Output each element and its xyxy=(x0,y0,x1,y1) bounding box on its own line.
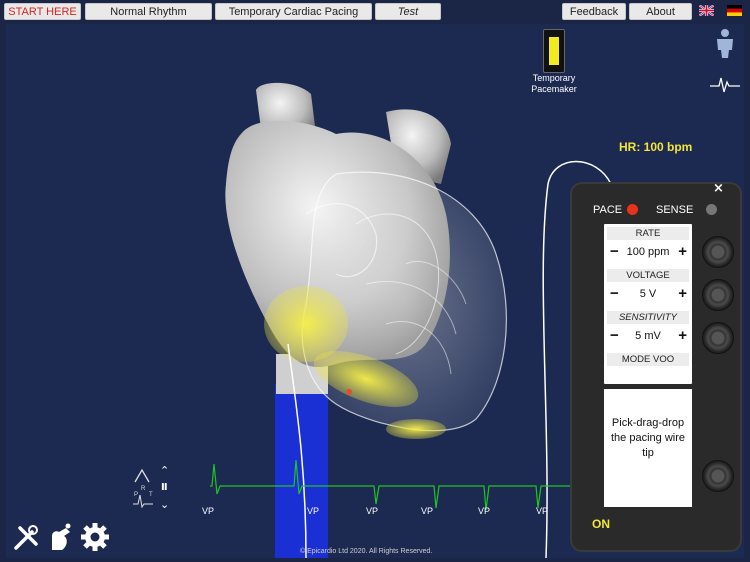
power-on-label: ON xyxy=(592,517,610,531)
ecg-up-chevron-icon[interactable]: ⌃ xyxy=(160,464,169,477)
rate-label: RATE xyxy=(607,227,689,240)
pacemaker-toggle-indicator xyxy=(549,37,559,65)
start-here-button[interactable]: START HERE xyxy=(4,3,81,20)
ecg-pause-icon[interactable]: Ⅱ xyxy=(161,482,168,493)
ecg-amplitude-icon[interactable] xyxy=(133,468,151,484)
german-flag-icon[interactable] xyxy=(727,5,742,16)
on-off-knob[interactable] xyxy=(702,460,734,492)
copyright-text: © Epicardio Ltd 2020. All Rights Reserve… xyxy=(300,548,433,555)
pacemaker-toggle[interactable] xyxy=(543,29,565,73)
top-bar: START HERE Normal Rhythm Temporary Cardi… xyxy=(0,0,750,24)
test-button[interactable]: Test xyxy=(375,3,441,20)
rate-knob[interactable] xyxy=(702,236,734,268)
rate-plus-button[interactable]: + xyxy=(678,244,687,260)
hand-heart-icon[interactable] xyxy=(46,522,74,552)
instruction-box: Pick-drag-drop the pacing wire tip xyxy=(604,389,692,507)
ecg-monitor-icon[interactable] xyxy=(710,74,740,94)
english-flag-icon[interactable] xyxy=(699,5,714,16)
sensitivity-row: − 5 mV + xyxy=(604,328,692,344)
vp-mark-6: VP xyxy=(536,506,549,516)
sensitivity-plus-button[interactable]: + xyxy=(678,328,687,344)
voltage-minus-button[interactable]: − xyxy=(610,286,619,302)
settings-gear-icon[interactable] xyxy=(80,522,110,552)
vp-mark-5: VP xyxy=(478,506,491,516)
voltage-value: 5 V xyxy=(639,288,657,300)
rate-minus-button[interactable]: − xyxy=(610,244,619,260)
about-button[interactable]: About xyxy=(629,3,692,20)
rate-value: 100 ppm xyxy=(626,246,670,258)
voltage-row: − 5 V + xyxy=(604,286,692,302)
ecg-lead-letter-r: R xyxy=(141,486,146,492)
pace-led xyxy=(627,204,638,215)
device-close-icon[interactable]: × xyxy=(713,181,724,196)
ecg-trace xyxy=(210,459,570,511)
sense-led xyxy=(706,204,717,215)
vp-mark-4: VP xyxy=(421,506,434,516)
pace-label: PACE xyxy=(593,204,623,216)
vp-mark-3: VP xyxy=(366,506,379,516)
voltage-knob[interactable] xyxy=(702,279,734,311)
device-settings-panel: RATE − 100 ppm + VOLTAGE − 5 V + SENSITI… xyxy=(604,224,692,384)
ecg-lead-letter-t: T xyxy=(149,492,153,498)
pacemaker-toggle-label: Temporary Pacemaker xyxy=(531,73,577,94)
feedback-button[interactable]: Feedback xyxy=(562,3,626,20)
ecg-lead-letter-p: P xyxy=(134,492,139,498)
voltage-label: VOLTAGE xyxy=(607,269,689,282)
sensitivity-knob[interactable] xyxy=(702,322,734,354)
voltage-plus-button[interactable]: + xyxy=(678,286,687,302)
sensitivity-value: 5 mV xyxy=(635,330,661,342)
patient-body-icon[interactable] xyxy=(712,28,738,58)
temporary-pacing-button[interactable]: Temporary Cardiac Pacing xyxy=(215,3,372,20)
ecg-down-chevron-icon[interactable]: ⌄ xyxy=(160,498,169,511)
tools-icon[interactable] xyxy=(12,524,40,552)
normal-rhythm-button[interactable]: Normal Rhythm xyxy=(85,3,212,20)
vp-mark-1: VP xyxy=(202,506,215,516)
rate-row: − 100 ppm + xyxy=(604,244,692,260)
sense-label: SENSE xyxy=(656,204,694,216)
sensitivity-minus-button[interactable]: − xyxy=(610,328,619,344)
sensitivity-label: SENSITIVITY xyxy=(607,311,689,324)
vp-mark-2: VP xyxy=(307,506,320,516)
mode-button[interactable]: MODE VOO xyxy=(607,353,689,366)
heart-rate-readout: HR: 100 bpm xyxy=(619,140,693,154)
